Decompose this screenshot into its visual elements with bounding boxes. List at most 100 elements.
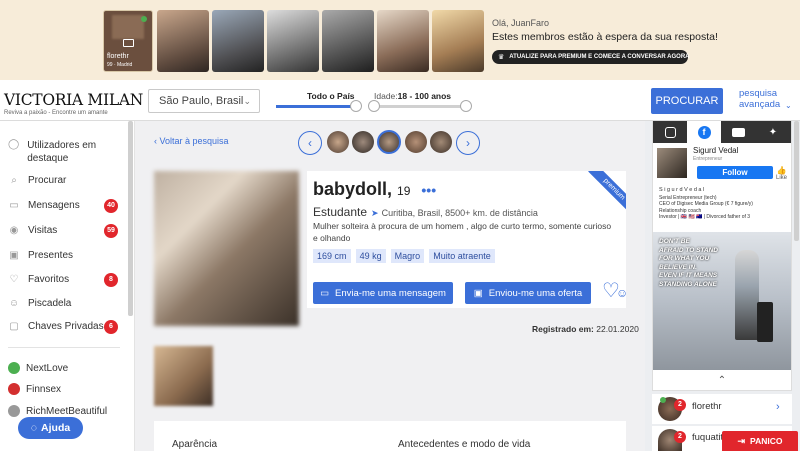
thumb-avatar[interactable] — [327, 131, 349, 153]
site-logo[interactable]: VICTORIA MILAN Reviva a paixão - Encontr… — [4, 91, 143, 116]
twitter-tab[interactable]: ✦ — [755, 121, 791, 143]
private-keys-badge: 6 — [104, 320, 118, 334]
profile-area: ‹ Voltar à pesquisa ‹ › premium babydoll… — [135, 121, 645, 451]
back-to-search-link[interactable]: ‹ Voltar à pesquisa — [154, 136, 229, 146]
like-icon: 👍 — [776, 166, 787, 175]
member-photo[interactable] — [432, 10, 484, 72]
age-slider-handle-max[interactable] — [460, 100, 472, 112]
search-button[interactable]: PROCURAR — [651, 88, 723, 114]
right-scrollbar[interactable] — [794, 121, 799, 241]
chat-name: fuquatit — [692, 432, 724, 443]
help-button[interactable]: ◌ Ajuda — [18, 417, 83, 439]
sidebar-item-visits[interactable]: ◉ Visitas — [8, 225, 58, 236]
gift-icon: ▣ — [9, 250, 19, 261]
next-profile-button[interactable]: › — [456, 131, 480, 155]
exit-icon: ⇥ — [737, 435, 746, 446]
member-photo[interactable] — [322, 10, 374, 72]
thumb-avatar[interactable] — [405, 131, 427, 153]
send-offer-button[interactable]: ▣ Enviou-me uma oferta — [465, 282, 591, 304]
age-slider[interactable] — [374, 105, 466, 108]
upgrade-premium-button[interactable]: ♛ ATUALIZE PARA PREMIUM E COMECE A CONVE… — [492, 50, 690, 64]
favorites-badge: 8 — [104, 273, 118, 287]
profile-name-text: babydoll, — [313, 179, 393, 199]
age-range-label: Idade:18 - 100 anos — [374, 91, 451, 101]
ad-poster[interactable]: DON'T BE AFRAID TO STAND FOR WHAT YOU BE… — [653, 232, 791, 370]
follow-button[interactable]: Follow — [697, 166, 773, 179]
lock-icon: ▢ — [9, 321, 19, 332]
gift-icon: ▣ — [473, 287, 483, 299]
member-photo[interactable] — [212, 10, 264, 72]
advanced-search-label: pesquisa avançada — [739, 88, 781, 110]
registered-label: Registrado em: — [532, 324, 594, 334]
featured-member-card[interactable]: florethr 99 · Madrid — [103, 10, 153, 72]
sidebar-item-favorites[interactable]: ♡ Favoritos — [8, 274, 70, 285]
online-dot-icon — [141, 16, 147, 22]
member-photo[interactable] — [267, 10, 319, 72]
sidebar-item-gifts[interactable]: ▣ Presentes — [8, 250, 73, 261]
chat-icon: ▭ — [320, 287, 330, 299]
chat-item[interactable]: 2 florethr › — [652, 394, 792, 424]
profile-status-line: Estudante ➤ Curitiba, Brasil, 8500+ km. … — [313, 205, 538, 219]
more-options-icon[interactable]: ••• — [421, 182, 436, 198]
chat-bubble-icon: ◌ — [30, 422, 38, 434]
premium-ribbon: premium — [581, 171, 626, 216]
member-photo[interactable] — [157, 10, 209, 72]
sidebar-item-label: Chaves Privadas — [28, 321, 104, 332]
facebook-tab[interactable]: f — [687, 121, 721, 143]
sidebar-item-messages[interactable]: ▭ Mensagens — [8, 200, 79, 211]
ad-name: Sigurd Vedal — [693, 146, 739, 155]
partner-nextlove[interactable]: NextLove — [8, 362, 68, 374]
like-button[interactable]: 👍 Like — [776, 166, 787, 181]
search-bar: VICTORIA MILAN Reviva a paixão - Encontr… — [0, 83, 800, 121]
poster-line: FOR WHAT YOU — [659, 255, 710, 262]
sidebar-item-wink[interactable]: ☺ Piscadela — [8, 298, 71, 309]
sidebar-item-featured[interactable]: ◯ Utilizadores em destaque — [8, 139, 118, 165]
profile-photo[interactable] — [154, 171, 299, 326]
partner-richmeetbeautiful[interactable]: RichMeetBeautiful — [8, 405, 107, 417]
sidebar-item-private-keys[interactable]: ▢ Chaves Privadas — [8, 321, 104, 332]
gallery-photo[interactable] — [154, 346, 213, 406]
chevron-right-icon: › — [776, 401, 780, 413]
tag-attractiveness: Muito atraente — [429, 249, 495, 263]
thumb-avatar[interactable] — [430, 131, 452, 153]
advanced-search-link[interactable]: pesquisa avançada ⌄ — [739, 88, 795, 110]
sidebar-scrollbar[interactable] — [128, 121, 133, 316]
age-slider-handle-min[interactable] — [368, 100, 380, 112]
country-slider-handle[interactable] — [350, 100, 362, 112]
collapse-ad-button[interactable]: ⌃ — [653, 371, 791, 389]
lifestyle-heading: Antecedentes e modo de vida — [398, 439, 531, 450]
search-icon: ⌕ — [11, 175, 17, 186]
country-slider[interactable] — [276, 105, 358, 108]
prev-profile-button[interactable]: ‹ — [298, 131, 322, 155]
ad-poster-person — [735, 250, 759, 340]
country-range-label: Todo o País — [307, 91, 355, 101]
panic-label: PANICO — [750, 436, 783, 446]
unread-badge: 2 — [674, 431, 686, 443]
sidebar-divider — [8, 347, 120, 348]
send-message-button[interactable]: ▭ Envia-me uma mensagem — [313, 282, 453, 304]
youtube-tab[interactable] — [721, 121, 755, 143]
youtube-icon — [731, 127, 745, 137]
partner-label: Finnsex — [26, 383, 62, 395]
member-photo[interactable] — [377, 10, 429, 72]
wink-icon[interactable]: ☺ — [616, 286, 628, 300]
ad-poster-suitcase — [757, 302, 773, 342]
location-value: São Paulo, Brasil — [159, 95, 244, 107]
thumb-avatar-active[interactable] — [377, 130, 401, 154]
premium-ribbon-label: premium — [588, 171, 626, 216]
heart-icon: ♡ — [9, 274, 19, 285]
chat-icon: ▭ — [9, 200, 19, 211]
panic-button[interactable]: ⇥ PANICO — [722, 431, 798, 451]
sidebar-item-search[interactable]: ⌕ Procurar — [8, 175, 66, 186]
profile-tags: 169 cm 49 kg Magro Muito atraente — [313, 249, 497, 263]
partner-finnsex[interactable]: Finnsex — [8, 383, 61, 395]
poster-line: BELIEVE IN. — [659, 263, 697, 271]
greeting-text: Olá, JuanFaro — [492, 18, 550, 28]
ad-bio-name: S i g u r d V e d a l — [659, 187, 705, 193]
instagram-tab[interactable] — [653, 121, 687, 143]
sidebar-item-label: Visitas — [28, 225, 58, 236]
thumb-avatar[interactable] — [352, 131, 374, 153]
location-select[interactable]: São Paulo, Brasil ⌄ — [148, 89, 260, 113]
richmeetbeautiful-icon — [8, 405, 20, 417]
poster-line: EVEN IF IT MEANS — [659, 272, 718, 279]
